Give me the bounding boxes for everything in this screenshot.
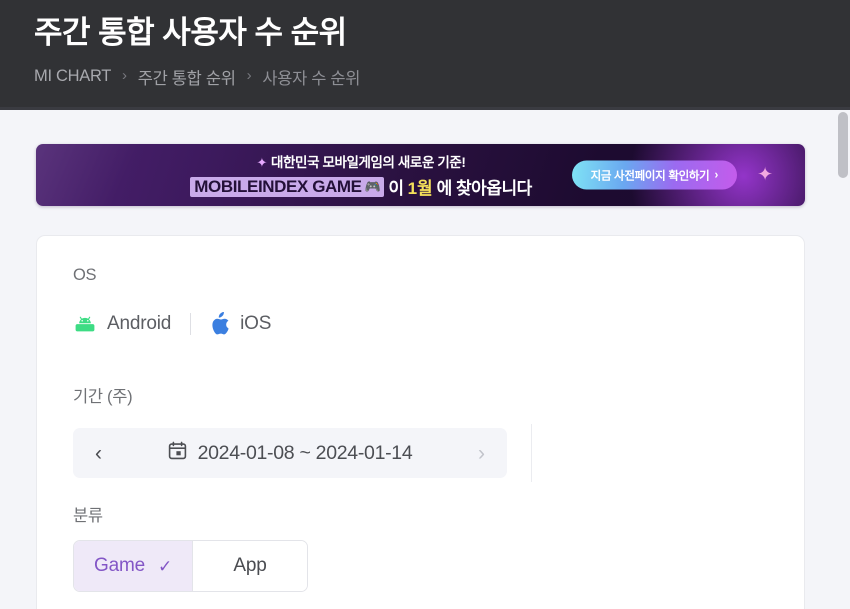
promo-headline-text: 대한민국 모바일게임의 새로운 기준! bbox=[271, 155, 466, 170]
next-week-button[interactable]: › bbox=[470, 443, 493, 464]
check-icon: ✓ bbox=[157, 556, 172, 576]
android-icon bbox=[73, 316, 97, 333]
breadcrumb-separator-icon: › bbox=[246, 67, 252, 85]
period-controls: ‹ 2024-01-08 ~ 2024-01-14 › bbox=[73, 424, 772, 482]
calendar-icon bbox=[168, 441, 187, 465]
category-segmented-control: Game ✓ App bbox=[73, 540, 308, 592]
page-scrollbar-thumb[interactable] bbox=[838, 112, 848, 178]
category-filter-group: 분류 Game ✓ App bbox=[73, 502, 772, 592]
breadcrumb-item-mi-chart[interactable]: MI CHART bbox=[34, 67, 111, 86]
gamepad-icon: 🎮 bbox=[364, 178, 381, 194]
period-filter-label: 기간 (주) bbox=[73, 388, 133, 406]
date-range-value: 2024-01-08 ~ 2024-01-14 bbox=[197, 441, 413, 464]
date-range-picker[interactable]: ‹ 2024-01-08 ~ 2024-01-14 › bbox=[73, 428, 507, 478]
os-option-android[interactable]: Android bbox=[73, 313, 171, 335]
os-filter-label: OS bbox=[73, 266, 97, 284]
category-option-app-label: App bbox=[233, 555, 267, 576]
page-content: ✦ 대한민국 모바일게임의 새로운 기준! MOBILEINDEX GAME 🎮 … bbox=[0, 110, 850, 609]
category-option-game[interactable]: Game ✓ bbox=[74, 541, 192, 591]
breadcrumb-separator-icon: › bbox=[122, 67, 127, 85]
breadcrumb: MI CHART › 주간 통합 순위 › 사용자 수 순위 bbox=[34, 65, 850, 89]
sparkle-icon: ✦ bbox=[256, 155, 268, 170]
previous-week-button[interactable]: ‹ bbox=[87, 443, 110, 464]
category-option-app[interactable]: App bbox=[193, 541, 307, 591]
category-filter-label: 분류 bbox=[73, 507, 103, 525]
promo-brand-chip: MOBILEINDEX GAME 🎮 bbox=[190, 176, 385, 197]
page-scrollbar-track[interactable] bbox=[836, 110, 850, 609]
promo-tail-text: 에 찾아옵니다 bbox=[436, 179, 533, 198]
date-range-display[interactable]: 2024-01-08 ~ 2024-01-14 bbox=[110, 441, 470, 465]
promo-cta-label: 지금 사전페이지 확인하기 bbox=[590, 170, 710, 182]
filter-card: OS Android iOS 기간 (주) ‹ 2024-01-08 ~ 202… bbox=[36, 235, 805, 609]
os-option-android-label: Android bbox=[107, 313, 172, 334]
os-options: Android iOS bbox=[73, 312, 772, 336]
breadcrumb-item-user-count-ranking: 사용자 수 순위 bbox=[262, 69, 361, 88]
chevron-right-icon: › bbox=[714, 169, 718, 181]
period-section-divider bbox=[531, 424, 532, 482]
os-filter-group: OS Android iOS bbox=[73, 266, 772, 336]
promo-headline: ✦ 대한민국 모바일게임의 새로운 기준! bbox=[146, 151, 576, 171]
os-option-ios[interactable]: iOS bbox=[210, 312, 271, 336]
promo-particle: 이 bbox=[388, 179, 404, 198]
promo-banner-text: ✦ 대한민국 모바일게임의 새로운 기준! MOBILEINDEX GAME 🎮 … bbox=[146, 151, 576, 199]
promo-brand-text: MOBILEINDEX GAME bbox=[194, 176, 362, 196]
sparkle-icon-large: ✦ bbox=[757, 164, 773, 186]
os-options-divider bbox=[190, 313, 192, 335]
period-filter-group: 기간 (주) ‹ 2024-01-08 ~ 2024-01-14 › bbox=[73, 383, 772, 482]
promo-subheadline: MOBILEINDEX GAME 🎮 이 1월 에 찾아옵니다 bbox=[146, 174, 576, 199]
promo-cta-button[interactable]: 지금 사전페이지 확인하기 › bbox=[571, 160, 737, 190]
page-title: 주간 통합 사용자 수 순위 bbox=[34, 15, 347, 50]
os-option-ios-label: iOS bbox=[240, 313, 272, 334]
promo-month: 1월 bbox=[407, 179, 433, 198]
apple-icon bbox=[210, 312, 230, 336]
promo-banner[interactable]: ✦ 대한민국 모바일게임의 새로운 기준! MOBILEINDEX GAME 🎮 … bbox=[36, 144, 805, 206]
breadcrumb-item-weekly-ranking[interactable]: 주간 통합 순위 bbox=[138, 65, 236, 89]
category-option-game-label: Game bbox=[94, 555, 145, 576]
page-header: 주간 통합 사용자 수 순위 MI CHART › 주간 통합 순위 › 사용자… bbox=[0, 0, 850, 110]
